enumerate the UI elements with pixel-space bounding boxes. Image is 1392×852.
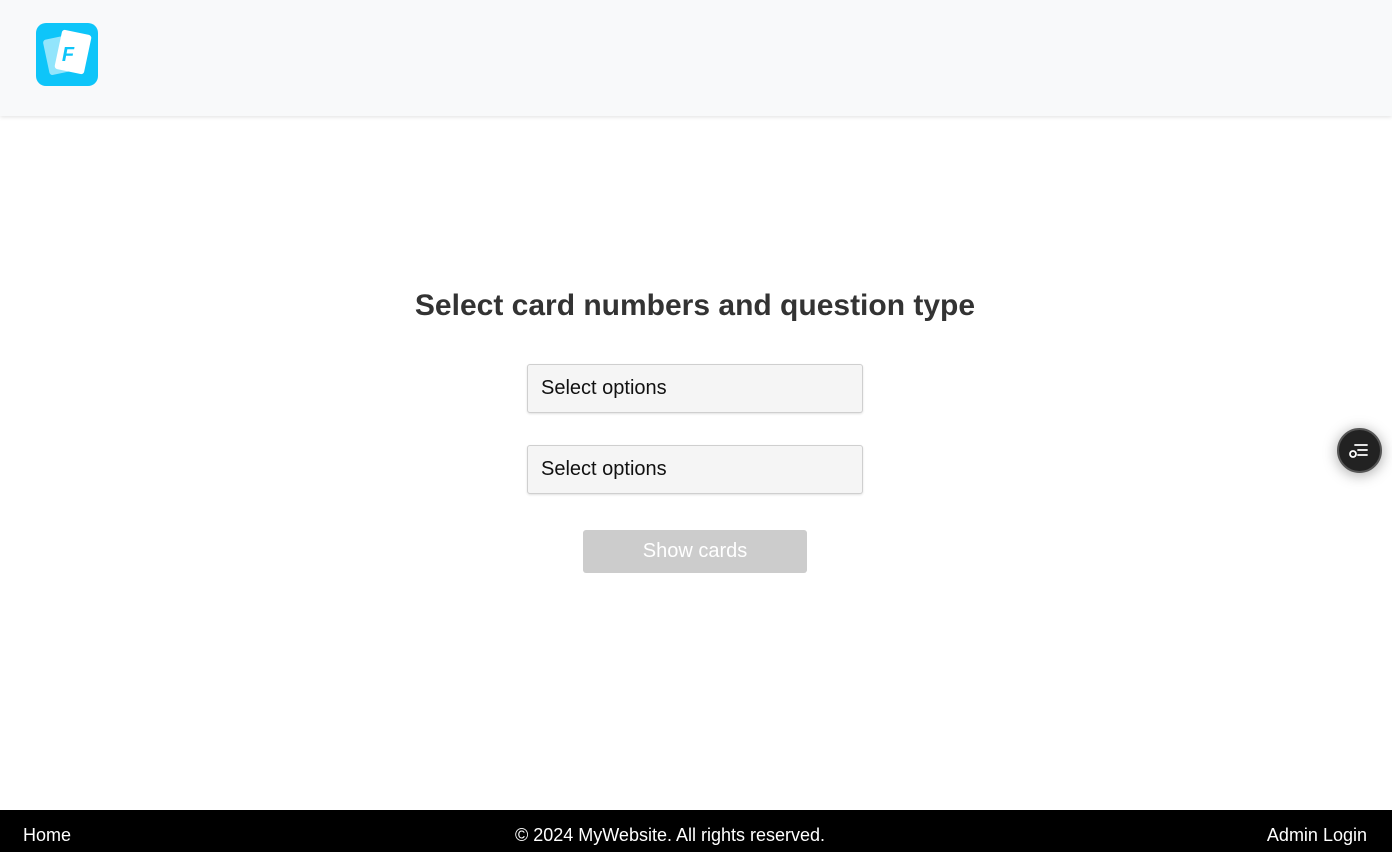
filter-list-icon xyxy=(1349,444,1368,458)
footer-copyright: © 2024 MyWebsite. All rights reserved. xyxy=(514,825,826,845)
page: F Select card numbers and question type … xyxy=(0,0,1392,852)
main-content: Select card numbers and question type Se… xyxy=(0,116,1392,810)
floating-action-button[interactable] xyxy=(1337,428,1382,473)
flashcards-logo-icon[interactable]: F xyxy=(36,23,98,86)
logo-letter: F xyxy=(62,44,75,66)
card-numbers-select[interactable]: Select options xyxy=(527,364,863,413)
question-type-select[interactable]: Select options xyxy=(527,445,863,494)
footer: Home © 2024 MyWebsite. All rights reserv… xyxy=(0,810,1392,852)
page-title: Select card numbers and question type xyxy=(414,289,976,322)
header: F xyxy=(0,0,1392,116)
show-cards-button[interactable]: Show cards xyxy=(583,530,807,573)
footer-admin-login-link[interactable]: Admin Login xyxy=(1267,825,1367,846)
